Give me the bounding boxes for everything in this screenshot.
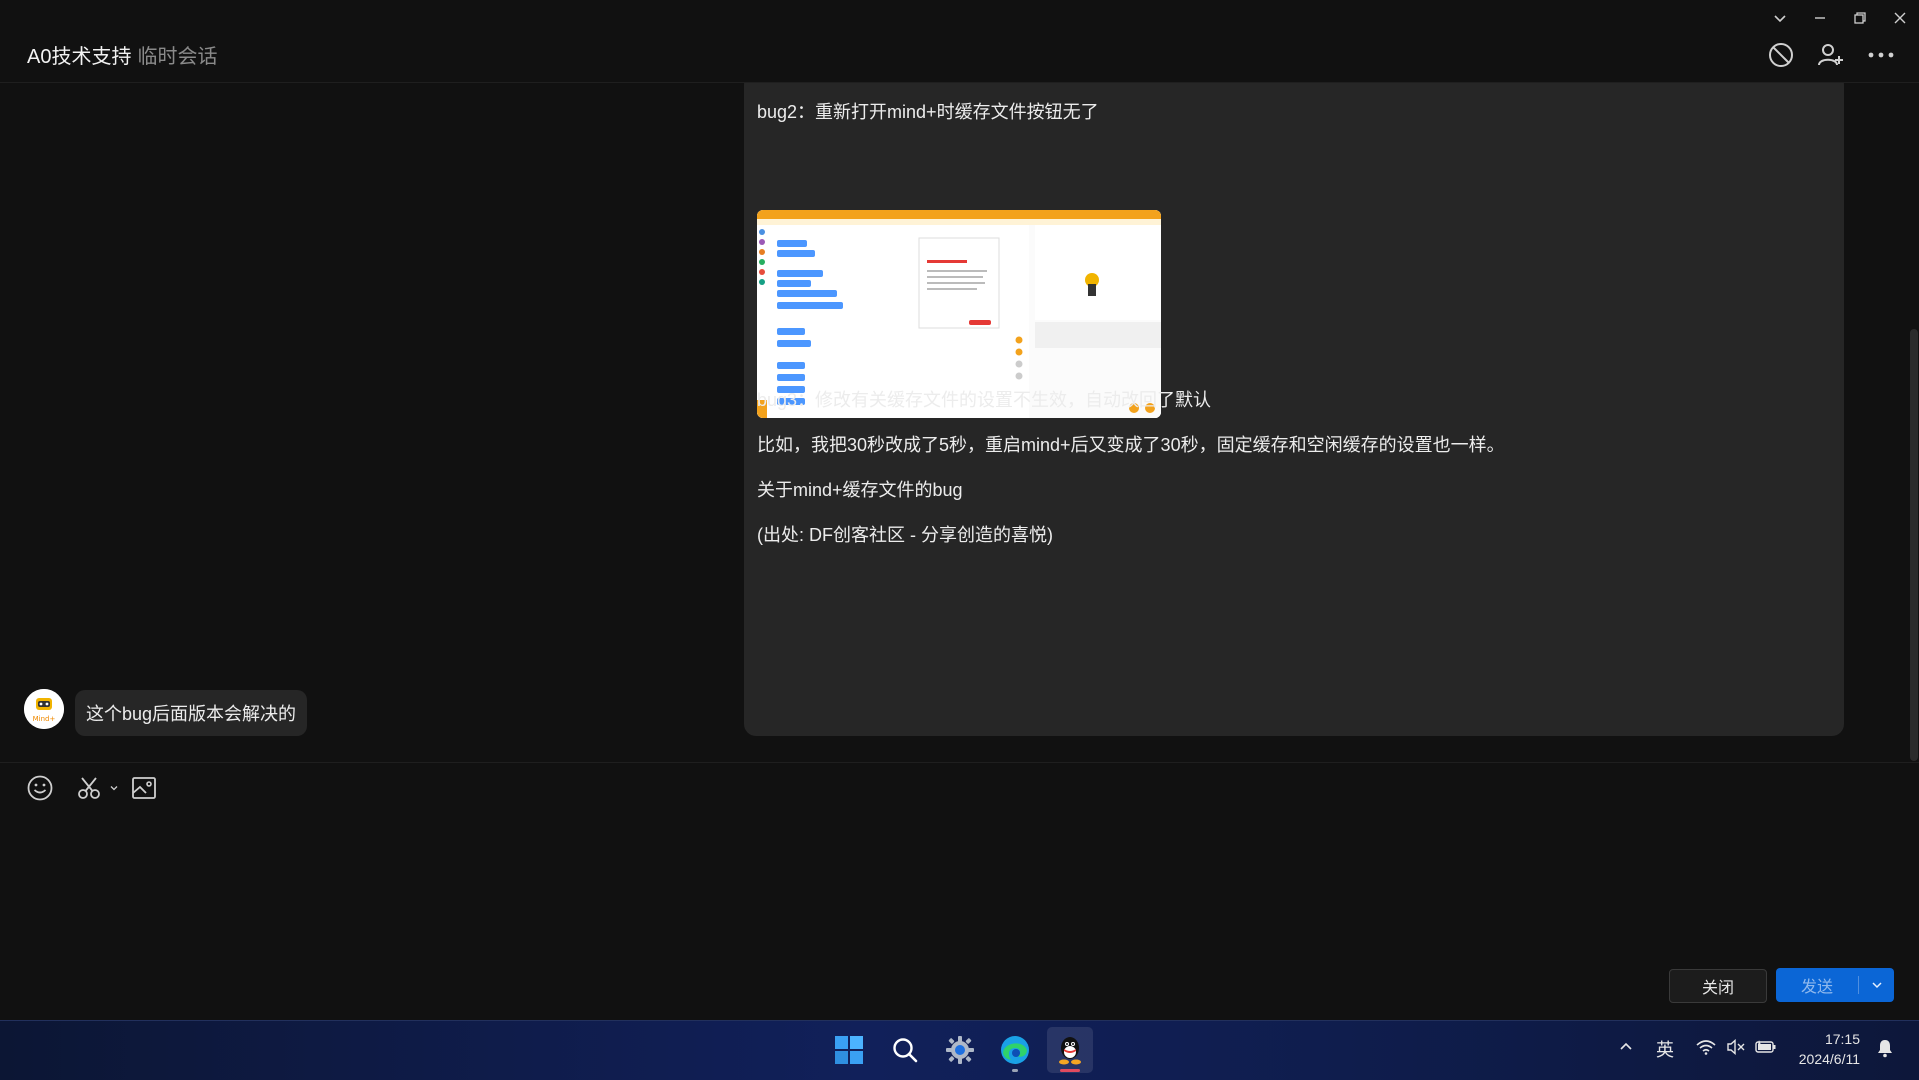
- edge-browser-icon[interactable]: [992, 1027, 1038, 1073]
- running-indicator: [1012, 1069, 1018, 1072]
- chat-window: A0技术支持 临时会话 bug2：重新打开mind+时缓存文件按钮无了 bug3…: [0, 0, 1919, 1021]
- session-type: 临时会话: [137, 46, 218, 68]
- avatar-label: Mind+: [33, 715, 56, 723]
- chat-header: A0技术支持 临时会话: [0, 0, 1919, 83]
- message-line: bug3：修改有关缓存文件的设置不生效，自动改回了默认: [757, 390, 1212, 410]
- clock-date: 2024/6/11: [1798, 1051, 1860, 1067]
- chat-title: A0技术支持 临时会话: [27, 40, 217, 69]
- add-friend-icon[interactable]: [1814, 38, 1848, 72]
- qq-app-icon[interactable]: [1047, 1027, 1093, 1073]
- clock-time: 17:15: [1824, 1031, 1860, 1047]
- composer: [0, 762, 1919, 1021]
- close-window-button[interactable]: [1880, 6, 1919, 30]
- wifi-icon[interactable]: [1696, 1039, 1716, 1055]
- battery-icon[interactable]: [1755, 1039, 1777, 1055]
- windows-start-icon[interactable]: [826, 1027, 872, 1073]
- message-line: bug2：重新打开mind+时缓存文件按钮无了: [757, 102, 1099, 122]
- image-icon[interactable]: [130, 773, 158, 803]
- message-line: (出处: DF创客社区 - 分享创造的喜悦): [757, 525, 1053, 545]
- close-chat-label: 关闭: [1701, 980, 1734, 997]
- emoji-icon[interactable]: [26, 773, 54, 803]
- tray-chevron-up-icon[interactable]: [1618, 1039, 1634, 1055]
- minimize-button[interactable]: [1800, 6, 1840, 30]
- restore-button[interactable]: [1840, 6, 1880, 30]
- send-options-chevron-icon[interactable]: [1859, 968, 1894, 1002]
- close-chat-button[interactable]: 关闭: [1669, 969, 1767, 1003]
- send-button[interactable]: 发送: [1776, 968, 1894, 1002]
- message-list[interactable]: bug2：重新打开mind+时缓存文件按钮无了 bug3：修改有关缓存文件的设置…: [0, 83, 1905, 760]
- chevron-down-icon[interactable]: [109, 773, 119, 803]
- avatar[interactable]: Mind+: [24, 689, 64, 729]
- active-indicator: [1060, 1069, 1080, 1072]
- screenshot-scissors-icon[interactable]: [76, 773, 104, 803]
- ime-indicator[interactable]: 英: [1656, 1036, 1674, 1062]
- chevron-down-icon[interactable]: [1760, 6, 1800, 30]
- send-label: 发送: [1800, 979, 1833, 996]
- notification-bell-icon[interactable]: [1876, 1038, 1894, 1058]
- scrollbar[interactable]: [1910, 329, 1918, 761]
- taskbar: 英 17:15 2024/6/11: [0, 1020, 1919, 1080]
- message-line: 关于mind+缓存文件的bug: [757, 480, 963, 500]
- message-input[interactable]: [22, 811, 1896, 955]
- more-icon[interactable]: [1864, 38, 1898, 72]
- reply-bubble: 这个bug后面版本会解决的: [75, 690, 308, 736]
- block-icon[interactable]: [1764, 38, 1798, 72]
- contact-name: A0技术支持: [27, 46, 132, 68]
- message-line: 比如，我把30秒改成了5秒，重启mind+后又变成了30秒，固定缓存和空闲缓存的…: [757, 435, 1505, 455]
- system-clock[interactable]: 17:15 2024/6/11: [1790, 1029, 1860, 1069]
- settings-gear-icon[interactable]: [937, 1027, 983, 1073]
- search-icon[interactable]: [882, 1027, 928, 1073]
- speaker-muted-icon[interactable]: [1726, 1039, 1746, 1055]
- reply-text: 这个bug后面版本会解决的: [86, 704, 297, 724]
